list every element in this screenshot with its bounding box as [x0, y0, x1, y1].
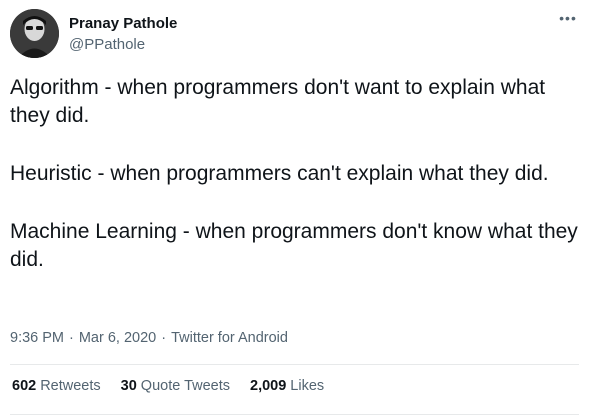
likes-label: Likes — [290, 378, 325, 394]
quote-tweets-count: 30 — [120, 378, 137, 394]
ellipsis-icon: ••• — [559, 10, 577, 26]
tweet-paragraph: Heuristic - when programmers can't expla… — [10, 162, 549, 185]
quote-tweets-label: Quote Tweets — [140, 378, 230, 394]
quote-tweets-stat[interactable]: 30 Quote Tweets — [121, 378, 230, 394]
avatar[interactable] — [10, 9, 59, 58]
tweet-date[interactable]: Mar 6, 2020 — [79, 330, 156, 346]
tweet-stats: 602 Retweets 30 Quote Tweets 2,009 Likes — [12, 378, 344, 394]
likes-stat[interactable]: 2,009 Likes — [250, 378, 324, 394]
likes-count: 2,009 — [250, 378, 287, 394]
retweets-count: 602 — [12, 378, 37, 394]
divider — [10, 364, 579, 365]
avatar-photo — [10, 9, 59, 58]
tweet-metadata: 9:36 PM · Mar 6, 2020 · Twitter for Android — [10, 330, 288, 346]
meta-separator: · — [161, 330, 167, 346]
tweet-text: Algorithm - when programmers don't want … — [10, 74, 580, 274]
divider — [10, 414, 579, 415]
tweet-source[interactable]: Twitter for Android — [171, 330, 288, 346]
tweet-paragraph: Algorithm - when programmers don't want … — [10, 76, 546, 127]
retweets-label: Retweets — [40, 378, 101, 394]
tweet-paragraph: Machine Learning - when programmers don'… — [10, 220, 578, 271]
author-handle[interactable]: @PPathole — [69, 36, 145, 53]
more-options-button[interactable]: ••• — [557, 10, 579, 26]
meta-separator: · — [69, 330, 74, 346]
tweet-time[interactable]: 9:36 PM — [10, 330, 64, 346]
retweets-stat[interactable]: 602 Retweets — [12, 378, 101, 394]
tweet-card: Pranay Pathole @PPathole ••• Algorithm -… — [0, 0, 589, 417]
author-name[interactable]: Pranay Pathole — [69, 15, 177, 32]
